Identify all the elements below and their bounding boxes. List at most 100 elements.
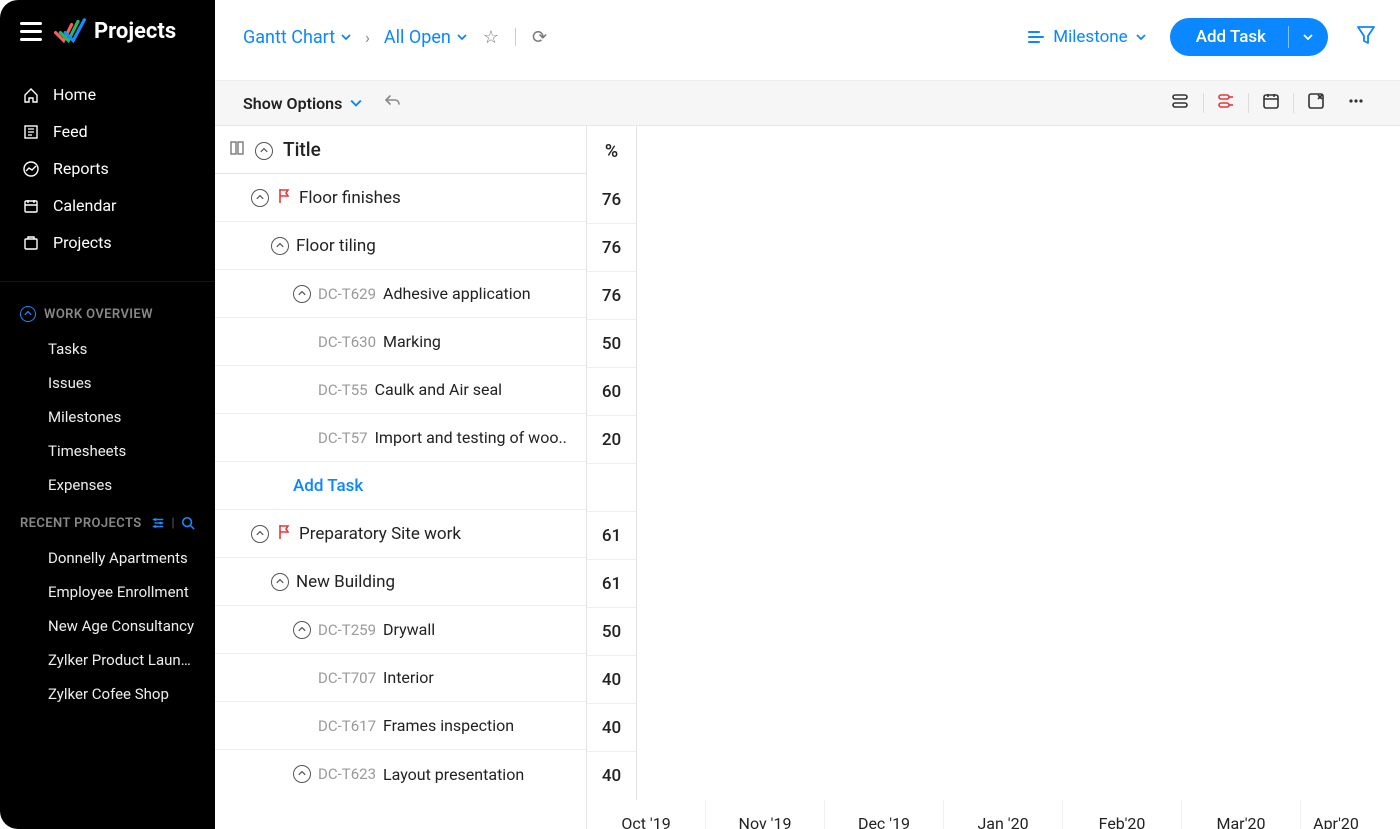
settings-icon[interactable] — [151, 516, 165, 530]
home-icon — [22, 86, 40, 104]
percent-cell: 50 — [587, 608, 636, 656]
group-title: Floor tiling — [296, 236, 376, 256]
recent-project-item[interactable]: Employee Enrollment — [0, 575, 215, 609]
feed-icon — [22, 123, 40, 141]
collapse-icon[interactable] — [293, 285, 311, 303]
chevron-down-icon — [457, 32, 467, 42]
task-row[interactable]: DC-T55 Caulk and Air seal — [215, 366, 586, 414]
refresh-icon[interactable]: ⟳ — [526, 27, 553, 48]
task-row[interactable]: DC-T630 Marking — [215, 318, 586, 366]
task-id: DC-T630 — [318, 333, 376, 351]
more-icon[interactable] — [1346, 91, 1366, 115]
task-id: DC-T55 — [318, 381, 368, 399]
undo-icon[interactable] — [384, 92, 402, 114]
sidebar-item-expenses[interactable]: Expenses — [0, 468, 215, 502]
collapse-icon[interactable] — [271, 237, 289, 255]
show-options-toggle[interactable]: Show Options — [243, 94, 362, 113]
month-header: Jan '20 — [944, 800, 1063, 829]
columns-icon[interactable] — [229, 140, 245, 160]
task-row[interactable]: DC-T617 Frames inspection — [215, 702, 586, 750]
chevron-down-icon — [341, 32, 351, 42]
task-row[interactable]: DC-T629 Adhesive application — [215, 270, 586, 318]
nav-item-projects[interactable]: Projects — [0, 224, 215, 261]
add-task-button[interactable]: Add Task — [1170, 18, 1328, 56]
recent-project-item[interactable]: Zylker Product Launch — [0, 643, 215, 677]
filter-selector[interactable]: All Open — [384, 27, 467, 48]
nav-item-feed[interactable]: Feed — [0, 113, 215, 150]
add-task-link[interactable]: Add Task — [293, 476, 363, 496]
favorite-icon[interactable]: ☆ — [477, 27, 505, 48]
task-row[interactable]: New Building — [215, 558, 586, 606]
collapse-all-icon[interactable] — [255, 140, 273, 160]
topbar: Gantt Chart › All Open ☆ ⟳ Milestone Add… — [215, 0, 1400, 81]
collapse-icon[interactable] — [293, 621, 311, 639]
task-id: DC-T629 — [318, 285, 376, 303]
task-row[interactable]: DC-T707 Interior — [215, 654, 586, 702]
task-row[interactable]: DC-T259 Drywall — [215, 606, 586, 654]
collapse-icon[interactable] — [293, 765, 311, 783]
task-id: DC-T57 — [318, 429, 368, 447]
recent-project-item[interactable]: Zylker Cofee Shop — [0, 677, 215, 711]
percent-cell: 76 — [587, 176, 636, 224]
month-header: Feb'20 — [1063, 800, 1182, 829]
nav-item-reports[interactable]: Reports — [0, 150, 215, 187]
collapse-icon[interactable] — [251, 189, 269, 207]
add-task-dropdown[interactable] — [1288, 18, 1328, 56]
task-title: Interior — [383, 668, 434, 687]
milestone-selector[interactable]: Milestone — [1027, 27, 1145, 47]
sidebar: Projects HomeFeedReportsCalendarProjects… — [0, 0, 215, 829]
task-title: Frames inspection — [383, 716, 514, 735]
percent-cell: 20 — [587, 416, 636, 464]
reports-icon — [22, 160, 40, 178]
group-title: New Building — [296, 572, 395, 592]
nav-item-calendar[interactable]: Calendar — [0, 187, 215, 224]
task-id: DC-T617 — [318, 717, 376, 735]
logo-mark-icon — [54, 18, 86, 44]
view-selector[interactable]: Gantt Chart — [243, 27, 351, 48]
breadcrumb-sep: › — [361, 28, 374, 47]
work-overview-header[interactable]: WORK OVERVIEW — [0, 292, 215, 332]
milestone-icon — [1027, 28, 1045, 46]
menu-toggle-icon[interactable] — [20, 22, 42, 41]
toolbar: Show Options — [215, 81, 1400, 126]
percent-cell: 40 — [587, 704, 636, 752]
baseline-icon[interactable] — [1171, 92, 1191, 114]
milestone-title: Floor finishes — [299, 188, 401, 208]
sidebar-item-issues[interactable]: Issues — [0, 366, 215, 400]
task-id: DC-T623 — [318, 765, 376, 783]
collapse-icon[interactable] — [251, 525, 269, 543]
percent-cell: 76 — [587, 224, 636, 272]
recent-project-item[interactable]: New Age Consultancy — [0, 609, 215, 643]
projects-icon — [22, 234, 40, 252]
sidebar-item-milestones[interactable]: Milestones — [0, 400, 215, 434]
task-row[interactable]: Add Task — [215, 462, 586, 510]
task-row[interactable]: Preparatory Site work — [215, 510, 586, 558]
milestone-title: Preparatory Site work — [299, 524, 461, 544]
recent-project-item[interactable]: Donnelly Apartments — [0, 541, 215, 575]
today-icon[interactable] — [1261, 91, 1281, 115]
collapse-icon[interactable] — [20, 306, 36, 322]
month-header: Dec '19 — [825, 800, 944, 829]
recent-projects-header[interactable]: RECENT PROJECTS | — [0, 502, 215, 541]
sidebar-item-timesheets[interactable]: Timesheets — [0, 434, 215, 468]
task-id: DC-T707 — [318, 669, 376, 687]
search-icon[interactable] — [181, 516, 195, 530]
app-logo[interactable]: Projects — [54, 18, 176, 44]
task-row[interactable]: Floor finishes — [215, 174, 586, 222]
percent-cell: 50 — [587, 320, 636, 368]
collapse-icon[interactable] — [271, 573, 289, 591]
nav-item-home[interactable]: Home — [0, 76, 215, 113]
task-row[interactable]: DC-T623 Layout presentation — [215, 750, 586, 798]
task-row[interactable]: DC-T57 Import and testing of woo.. — [215, 414, 586, 462]
critical-path-icon[interactable] — [1216, 92, 1236, 114]
sidebar-item-tasks[interactable]: Tasks — [0, 332, 215, 366]
task-title: Caulk and Air seal — [375, 380, 503, 399]
percent-cell: 61 — [587, 512, 636, 560]
task-title: Marking — [383, 332, 441, 351]
task-title: Layout presentation — [383, 765, 524, 784]
filter-icon[interactable] — [1356, 24, 1376, 50]
percent-cell: 40 — [587, 752, 636, 800]
fullscreen-icon[interactable] — [1306, 91, 1326, 115]
task-row[interactable]: Floor tiling — [215, 222, 586, 270]
chevron-down-icon — [1136, 32, 1146, 42]
